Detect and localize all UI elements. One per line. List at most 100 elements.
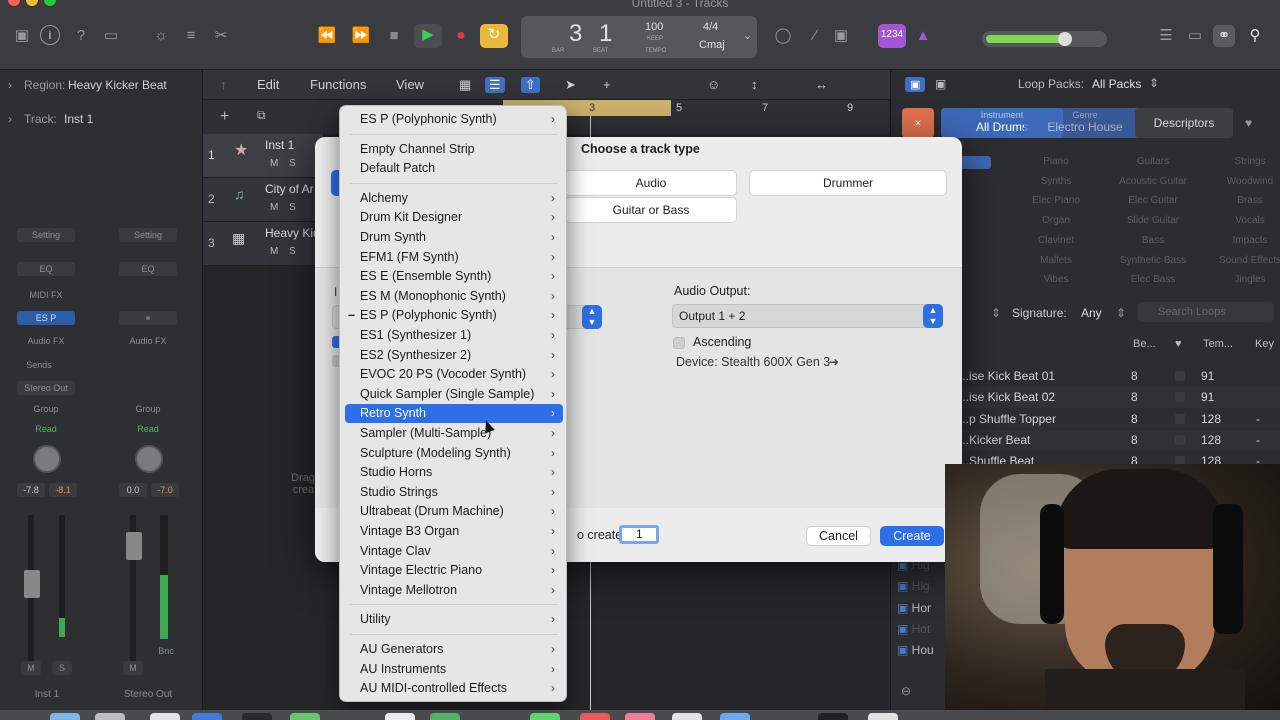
strip2-fader-handle[interactable] bbox=[126, 532, 142, 560]
track-mute-button[interactable]: M bbox=[270, 202, 278, 213]
tuner-icon[interactable]: ◯ bbox=[772, 25, 794, 47]
vertical-zoom-icon[interactable]: ↕ bbox=[751, 77, 758, 92]
drummer-track-tile[interactable]: Drummer bbox=[749, 170, 947, 196]
menu-item[interactable]: Utility › bbox=[345, 610, 563, 629]
menu-item[interactable]: ES1 (Synthesizer 1) › bbox=[345, 326, 563, 345]
inspector-icon[interactable]: i bbox=[40, 25, 60, 45]
edit-menu[interactable]: Edit bbox=[257, 77, 279, 92]
keyword-button[interactable]: Brass bbox=[1205, 195, 1280, 206]
strip2-audio-fx-slot[interactable]: Audio FX bbox=[119, 334, 177, 348]
app-dock-icon[interactable] bbox=[95, 713, 125, 720]
keyword-button[interactable]: Elec Bass bbox=[1108, 274, 1198, 285]
menu-item[interactable]: Ultrabeat (Drum Machine) › bbox=[345, 502, 563, 521]
view-menu[interactable]: View bbox=[396, 77, 424, 92]
strip1-eq-button[interactable]: EQ bbox=[17, 262, 75, 276]
keyword-button[interactable]: Jingles bbox=[1205, 274, 1280, 285]
cycle-icon[interactable]: ↻ bbox=[480, 24, 508, 48]
list-editors-icon[interactable]: ☰ bbox=[1155, 25, 1177, 47]
loop-row[interactable]: ▣ Hou bbox=[897, 643, 934, 657]
keyword-button[interactable]: Synthetic Bass bbox=[1108, 255, 1198, 266]
finder-dock-icon[interactable] bbox=[50, 713, 80, 720]
count-in-icon[interactable]: 1234 bbox=[878, 24, 906, 48]
keyword-button[interactable]: Impacts bbox=[1205, 235, 1280, 246]
back-arrow-icon[interactable]: ↑ bbox=[220, 77, 227, 92]
fast-forward-icon[interactable]: ⏩ bbox=[350, 25, 372, 47]
pointer-tool-icon[interactable]: ➤ bbox=[565, 77, 576, 93]
editors-icon[interactable]: ✂ bbox=[210, 25, 232, 47]
library-icon[interactable]: ▣ bbox=[11, 25, 33, 47]
duplicate-track-icon[interactable]: ⧉ bbox=[257, 108, 266, 123]
strip2-bounce-button[interactable]: Bnc bbox=[153, 644, 179, 658]
genre-filter-tab[interactable]: Genre Electro House bbox=[1024, 108, 1146, 138]
settings-icon[interactable]: ⊖ bbox=[901, 684, 911, 698]
track-row[interactable]: 1 ★ Inst 1 M S bbox=[203, 134, 323, 178]
strip2-setting-button[interactable]: Setting bbox=[119, 228, 177, 242]
keyword-button[interactable]: Woodwind bbox=[1205, 176, 1280, 187]
strip2-pan-knob[interactable] bbox=[135, 445, 163, 473]
notepad-icon[interactable]: ▭ bbox=[1184, 25, 1206, 47]
app-dock-icon[interactable] bbox=[150, 713, 180, 720]
stop-icon[interactable]: ■ bbox=[383, 25, 405, 47]
app-dock-icon[interactable] bbox=[430, 713, 460, 720]
track-mute-button[interactable]: M bbox=[270, 158, 278, 169]
descriptors-tab[interactable]: Descriptors bbox=[1135, 108, 1233, 138]
snap-icon[interactable]: ☺ bbox=[707, 77, 720, 92]
metronome-icon[interactable]: ▲ bbox=[912, 25, 934, 47]
menu-item[interactable]: Vintage Clav › bbox=[345, 542, 563, 561]
minimize-window-button[interactable] bbox=[26, 0, 38, 6]
track-mute-button[interactable]: M bbox=[270, 246, 278, 257]
menu-item[interactable]: Studio Strings › bbox=[345, 483, 563, 502]
menu-item[interactable]: ES2 (Synthesizer 2) › bbox=[345, 346, 563, 365]
strip2-eq-button[interactable]: EQ bbox=[119, 262, 177, 276]
track-solo-button[interactable]: S bbox=[289, 202, 296, 213]
menu-item[interactable]: EFM1 (FM Synth) › bbox=[345, 248, 563, 267]
menu-item[interactable]: ES P (Polyphonic Synth) › bbox=[345, 110, 563, 129]
menu-item[interactable]: ES P (Polyphonic Synth) – › bbox=[345, 306, 563, 325]
functions-menu[interactable]: Functions bbox=[310, 77, 366, 92]
strip1-sends-slot[interactable]: Sends bbox=[9, 358, 69, 372]
menu-item[interactable]: ES M (Monophonic Synth) › bbox=[345, 287, 563, 306]
keyword-button[interactable]: Clavinet bbox=[1011, 235, 1101, 246]
add-track-icon[interactable]: + bbox=[220, 108, 229, 126]
strip2-automation-mode[interactable]: Read bbox=[119, 422, 177, 436]
app-dock-icon[interactable] bbox=[868, 713, 898, 720]
loops-view-icon[interactable]: ▣ bbox=[905, 77, 926, 92]
menu-item[interactable]: Retro Synth › bbox=[345, 404, 563, 424]
create-button[interactable]: Create bbox=[880, 526, 944, 546]
menu-item[interactable]: Alchemy › bbox=[345, 189, 563, 208]
keyword-button[interactable]: Vibes bbox=[1011, 274, 1101, 285]
menu-item[interactable]: Sampler (Multi-Sample) › bbox=[345, 424, 563, 443]
keyword-button[interactable]: Elec Piano bbox=[1011, 195, 1101, 206]
keyword-button[interactable]: Guitars bbox=[1108, 156, 1198, 167]
menu-item[interactable]: Sculpture (Modeling Synth) › bbox=[345, 444, 563, 463]
strip1-instrument-slot[interactable]: ES P bbox=[17, 311, 75, 325]
audio-track-tile[interactable]: Audio bbox=[565, 170, 737, 196]
music-dock-icon[interactable] bbox=[625, 713, 655, 720]
keyword-button[interactable]: Mallets bbox=[1011, 255, 1101, 266]
strip1-pan-knob[interactable] bbox=[33, 445, 61, 473]
menu-item[interactable]: Drum Synth › bbox=[345, 228, 563, 247]
master-volume-knob[interactable] bbox=[1058, 32, 1072, 46]
favorite-checkbox[interactable] bbox=[1175, 413, 1185, 424]
menu-item[interactable]: Empty Channel Strip bbox=[345, 140, 563, 159]
menu-item[interactable]: AU Instruments › bbox=[345, 660, 563, 679]
menu-item[interactable]: Studio Horns › bbox=[345, 463, 563, 482]
strip2-link-icon[interactable]: ⚭ bbox=[119, 311, 177, 325]
favorite-checkbox[interactable] bbox=[1175, 392, 1185, 403]
menu-item[interactable]: Vintage Mellotron › bbox=[345, 581, 563, 600]
loop-browser-icon[interactable]: ⚭ bbox=[1213, 25, 1235, 47]
track-row[interactable]: 2 ♫ City of Ar M S bbox=[203, 178, 323, 222]
track-solo-button[interactable]: S bbox=[289, 246, 296, 257]
replace-icon[interactable]: ▣ bbox=[830, 25, 852, 47]
loop-row[interactable]: ▣ Hot bbox=[897, 622, 930, 636]
loop-search-input[interactable]: Search Loops bbox=[1138, 302, 1274, 322]
col-tempo-header[interactable]: Tem... bbox=[1203, 338, 1233, 350]
strip2-mute-button[interactable]: M bbox=[123, 661, 143, 675]
menu-item[interactable]: EVOC 20 PS (Vocoder Synth) › bbox=[345, 365, 563, 384]
messages-dock-icon[interactable] bbox=[530, 713, 560, 720]
rewind-icon[interactable]: ⏪ bbox=[316, 25, 338, 47]
play-icon[interactable]: ▶ bbox=[414, 24, 442, 48]
lcd-chevron-down-icon[interactable]: ⌄ bbox=[743, 29, 752, 42]
track-solo-button[interactable]: S bbox=[289, 158, 296, 169]
keyword-button[interactable]: Slide Guitar bbox=[1108, 215, 1198, 226]
